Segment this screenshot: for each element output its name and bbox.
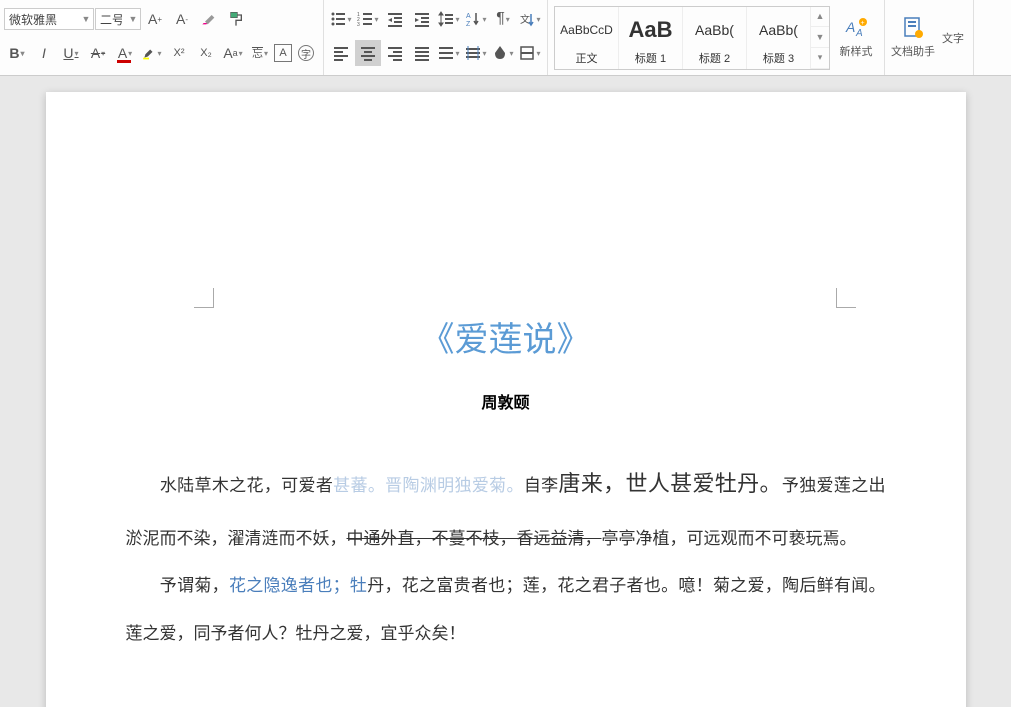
tools-group: 文档助手 文字 [885,0,974,75]
align-justify-button[interactable] [409,40,435,66]
style-heading3[interactable]: AaBb( 标题 3 [747,7,811,69]
new-style-label: 新样式 [840,43,873,59]
text-run-strike: 中通外直，不蔓不枝，香远益清， [347,529,602,548]
document-page[interactable]: 《爱莲说》 周敦颐 水陆草木之花，可爱者甚蕃。晋陶渊明独爱菊。自李唐来，世人甚爱… [46,92,966,707]
border-button[interactable]: ▾ [517,40,543,66]
style-label: 标题 2 [699,50,730,66]
style-preview: AaBbCcD [560,10,613,50]
ribbon: ▼ ▼ A+ A- B▾ I U▾ A▾ A▾ ▾ X² X₂ Aa▾ 忘▾ A… [0,0,1011,76]
underline-button[interactable]: U▾ [58,40,84,66]
margin-mark [194,288,214,308]
text-tool-button[interactable]: 文字 [938,6,968,70]
font-name-input[interactable] [5,12,79,26]
tab-button[interactable]: ▾ [463,40,489,66]
chevron-down-icon[interactable]: ▼ [126,14,140,24]
show-marks-button[interactable]: ¶▾ [490,6,516,32]
styles-group: AaBbCcD 正文 AaB 标题 1 AaBb( 标题 2 AaBb( 标题 … [548,0,885,75]
style-gallery: AaBbCcD 正文 AaB 标题 1 AaBb( 标题 2 AaBb( 标题 … [554,6,830,70]
font-group: ▼ ▼ A+ A- B▾ I U▾ A▾ A▾ ▾ X² X₂ Aa▾ 忘▾ A… [0,0,324,75]
margin-mark [836,288,856,308]
text-run-large: 唐来，世人甚爱牡丹。 [559,471,782,496]
text-run-faded: 甚蕃。晋陶渊明独爱菊。 [333,476,524,495]
gallery-scroll: ▲ ▼ ▾ [811,7,829,69]
numbering-button[interactable]: 123▾ [355,6,381,32]
svg-text:A: A [466,13,471,20]
align-left-button[interactable] [328,40,354,66]
style-label: 正文 [576,50,598,66]
text-direction-button[interactable]: 文▾ [517,6,543,32]
font-size-combo[interactable]: ▼ [95,8,141,30]
document-title[interactable]: 《爱莲说》 [126,312,886,361]
style-heading1[interactable]: AaB 标题 1 [619,7,683,69]
bullets-button[interactable]: ▾ [328,6,354,32]
new-style-icon: AA+ [844,16,868,40]
doc-helper-label: 文档助手 [891,43,935,59]
style-normal[interactable]: AaBbCcD 正文 [555,7,619,69]
italic-button[interactable]: I [31,40,57,66]
svg-text:3: 3 [357,22,360,27]
text-run: 予谓菊， [160,576,229,595]
text-run-blue: 花之隐逸者也；牡 [229,576,367,595]
align-right-button[interactable] [382,40,408,66]
superscript-button[interactable]: X² [166,40,192,66]
document-viewport[interactable]: 《爱莲说》 周敦颐 水陆草木之花，可爱者甚蕃。晋陶渊明独爱菊。自李唐来，世人甚爱… [0,76,1011,707]
subscript-button[interactable]: X₂ [193,40,219,66]
sort-button[interactable]: AZ▾ [463,6,489,32]
circle-char-button[interactable]: 字 [293,40,319,66]
doc-helper-button[interactable]: 文档助手 [890,6,936,70]
text-run: 自李 [524,476,559,495]
increase-indent-button[interactable] [409,6,435,32]
font-name-combo[interactable]: ▼ [4,8,94,30]
char-border-button[interactable]: A [274,44,292,62]
font-size-input[interactable] [96,12,126,26]
text-run: 水陆草木之花，可爱者 [160,476,334,495]
decrease-font-button[interactable]: A- [169,6,195,32]
svg-text:A: A [855,28,863,39]
phonetic-button[interactable]: 忘▾ [247,40,273,66]
format-painter-button[interactable] [223,6,249,32]
strikethrough-button[interactable]: A▾ [85,40,111,66]
svg-text:Z: Z [466,21,471,27]
line-space-button[interactable]: ▾ [436,6,462,32]
paragraph[interactable]: 予谓菊，花之隐逸者也；牡丹，花之富贵者也；莲，花之君子者也。噫！菊之爱，陶后鲜有… [126,562,886,657]
document-author[interactable]: 周敦颐 [126,389,886,413]
svg-text:+: + [861,20,865,27]
decrease-indent-button[interactable] [382,6,408,32]
change-case-button[interactable]: Aa▾ [220,40,246,66]
style-label: 标题 3 [763,50,794,66]
paragraph[interactable]: 水陆草木之花，可爱者甚蕃。晋陶渊明独爱菊。自李唐来，世人甚爱牡丹。予独爱莲之出淤… [126,453,886,562]
align-center-button[interactable] [355,40,381,66]
paragraph-group: ▾ 123▾ ▾ AZ▾ ¶▾ 文▾ ▾ ▾ ▾ ▾ [324,0,548,75]
new-style-button[interactable]: AA+ 新样式 [833,6,879,70]
doc-helper-icon [901,16,925,40]
chevron-down-icon[interactable]: ▼ [79,14,93,24]
style-heading2[interactable]: AaBb( 标题 2 [683,7,747,69]
clear-format-button[interactable] [196,6,222,32]
text-tool-label: 文字 [942,30,964,46]
svg-text:文: 文 [520,13,530,26]
shading-button[interactable]: ▾ [490,40,516,66]
gallery-up-button[interactable]: ▲ [811,7,829,28]
highlight-button[interactable]: ▾ [139,40,165,66]
svg-text:A: A [845,19,855,35]
style-preview: AaBb( [759,10,798,50]
text-run: 亭亭净植，可远观而不可亵玩焉。 [602,529,857,548]
gallery-down-button[interactable]: ▼ [811,27,829,48]
style-preview: AaB [628,10,672,50]
bold-button[interactable]: B▾ [4,40,30,66]
gallery-more-button[interactable]: ▾ [811,48,829,69]
font-color-button[interactable]: A▾ [112,40,138,66]
increase-font-button[interactable]: A+ [142,6,168,32]
align-distribute-button[interactable]: ▾ [436,40,462,66]
style-preview: AaBb( [695,10,734,50]
style-label: 标题 1 [635,50,666,66]
